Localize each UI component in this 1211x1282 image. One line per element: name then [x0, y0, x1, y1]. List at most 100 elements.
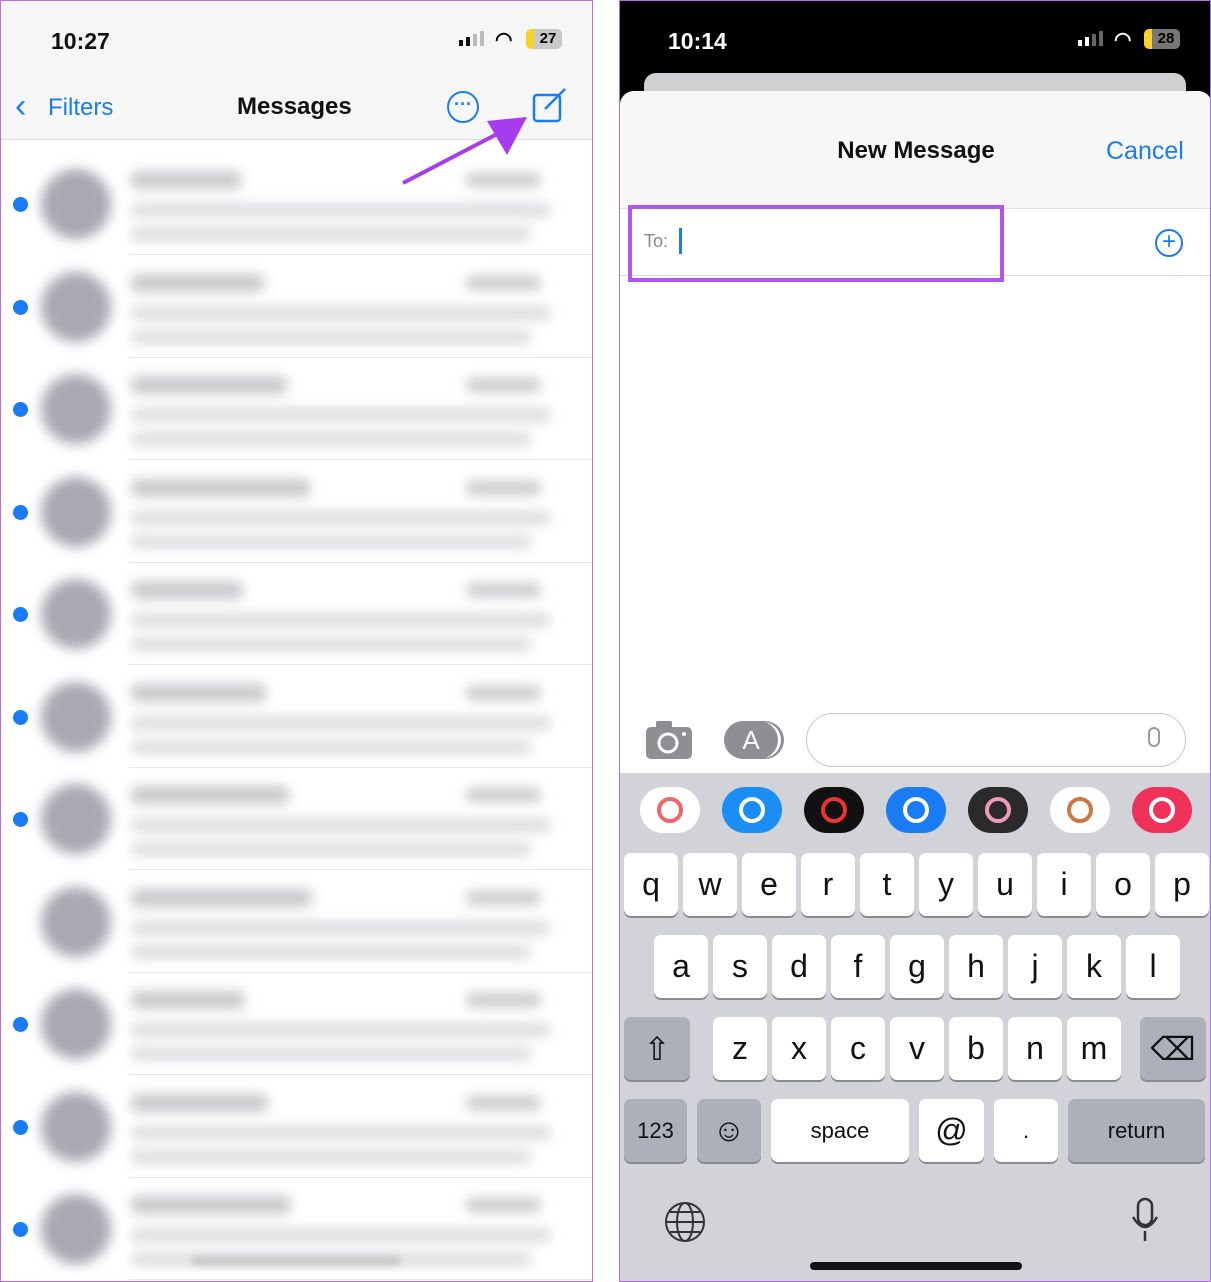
avatar	[41, 271, 111, 342]
contact-name-blurred	[131, 1093, 268, 1112]
preview-blurred	[131, 329, 531, 344]
key-c[interactable]: c	[831, 1017, 885, 1080]
add-contact-icon[interactable]: +	[1155, 229, 1183, 257]
cancel-button[interactable]: Cancel	[1106, 137, 1184, 166]
contact-name-blurred	[131, 1196, 291, 1214]
key-l[interactable]: l	[1126, 935, 1180, 998]
conversation-row[interactable]	[1, 973, 592, 1075]
conversation-row[interactable]	[1, 871, 592, 973]
preview-blurred	[131, 842, 531, 856]
camera-icon[interactable]	[646, 721, 692, 759]
wifi-icon: ◠	[1114, 29, 1132, 51]
app-store-icon[interactable]: A	[724, 721, 778, 759]
new-message-screen: 10:14 ◠ 28 New Message Cancel To: + A qw…	[619, 0, 1211, 1282]
contact-name-blurred	[131, 478, 310, 497]
key-j[interactable]: j	[1008, 935, 1062, 998]
activity-icon[interactable]	[804, 787, 864, 833]
key-i[interactable]: i	[1037, 853, 1091, 916]
memoji-icon[interactable]	[968, 787, 1028, 833]
contact-name-blurred	[131, 786, 289, 804]
key-u[interactable]: u	[978, 853, 1032, 916]
key-e[interactable]: e	[742, 853, 796, 916]
preview-blurred	[131, 510, 551, 525]
message-input[interactable]	[806, 713, 1186, 767]
status-time: 10:27	[51, 28, 110, 54]
preview-blurred	[131, 203, 551, 217]
conversation-row[interactable]	[1, 358, 592, 460]
key-w[interactable]: w	[683, 853, 737, 916]
contact-name-blurred	[131, 888, 312, 907]
numbers-key[interactable]: 123	[624, 1099, 687, 1162]
key-f[interactable]: f	[831, 935, 885, 998]
signal-icon	[1078, 31, 1103, 46]
back-chevron-icon[interactable]: ‹	[15, 87, 26, 126]
key-a[interactable]: a	[654, 935, 708, 998]
dictation-icon[interactable]	[1148, 727, 1160, 747]
unread-dot	[13, 504, 28, 520]
home-indicator	[191, 1256, 401, 1266]
conversation-row[interactable]	[1, 461, 592, 563]
key-y[interactable]: y	[919, 853, 973, 916]
key-m[interactable]: m	[1067, 1017, 1121, 1080]
emoji-key[interactable]: ☺	[697, 1099, 761, 1162]
key-o[interactable]: o	[1096, 853, 1150, 916]
key-g[interactable]: g	[890, 935, 944, 998]
preview-blurred	[131, 227, 531, 241]
avatar	[41, 579, 111, 649]
space-key[interactable]: space	[771, 1099, 909, 1162]
shift-key[interactable]: ⇧	[624, 1017, 690, 1080]
key-x[interactable]: x	[772, 1017, 826, 1080]
return-key[interactable]: return	[1068, 1099, 1205, 1162]
key-s[interactable]: s	[713, 935, 767, 998]
unread-dot	[13, 197, 28, 212]
avatar	[41, 784, 111, 854]
key-r[interactable]: r	[801, 853, 855, 916]
search-images-icon[interactable]	[1132, 787, 1192, 833]
timestamp-blurred	[466, 1095, 541, 1110]
preview-blurred	[131, 1228, 551, 1242]
unread-dot	[13, 709, 28, 725]
memoji-stickers-icon[interactable]	[1050, 787, 1110, 833]
key-p[interactable]: p	[1155, 853, 1209, 916]
conversation-row[interactable]	[1, 153, 592, 255]
globe-icon[interactable]	[664, 1201, 706, 1243]
key-h[interactable]: h	[949, 935, 1003, 998]
key-d[interactable]: d	[772, 935, 826, 998]
preview-blurred	[131, 1023, 551, 1037]
period-key[interactable]: .	[994, 1099, 1058, 1162]
app-store-icon[interactable]	[722, 787, 782, 833]
at-key[interactable]: @	[919, 1099, 984, 1162]
conversation-row[interactable]	[1, 1076, 592, 1178]
conversation-row[interactable]	[1, 666, 592, 768]
key-n[interactable]: n	[1008, 1017, 1062, 1080]
key-t[interactable]: t	[860, 853, 914, 916]
contact-name-blurred	[131, 683, 266, 702]
timestamp-blurred	[466, 993, 541, 1007]
compose-icon[interactable]	[531, 87, 569, 123]
microphone-icon[interactable]	[1130, 1197, 1160, 1243]
unread-dot	[13, 1222, 28, 1237]
preview-blurred	[131, 739, 531, 754]
key-z[interactable]: z	[713, 1017, 767, 1080]
filters-button[interactable]: Filters	[48, 94, 113, 122]
key-q[interactable]: q	[624, 853, 678, 916]
delete-key[interactable]: ⌫	[1140, 1017, 1206, 1080]
timestamp-blurred	[466, 173, 541, 187]
key-b[interactable]: b	[949, 1017, 1003, 1080]
preview-blurred	[131, 534, 531, 549]
unread-dot	[13, 402, 28, 417]
timestamp-blurred	[466, 685, 541, 700]
conversation-row[interactable]	[1, 768, 592, 870]
status-time: 10:14	[668, 28, 727, 54]
key-k[interactable]: k	[1067, 935, 1121, 998]
contact-name-blurred	[131, 376, 287, 394]
unread-dot	[13, 299, 28, 315]
key-v[interactable]: v	[890, 1017, 944, 1080]
conversation-row[interactable]	[1, 256, 592, 358]
contact-name-blurred	[131, 991, 245, 1009]
avatar	[41, 1091, 111, 1162]
audio-message-icon[interactable]	[886, 787, 946, 833]
contact-name-blurred	[131, 171, 241, 189]
conversation-row[interactable]	[1, 563, 592, 665]
photos-icon[interactable]	[640, 787, 700, 833]
